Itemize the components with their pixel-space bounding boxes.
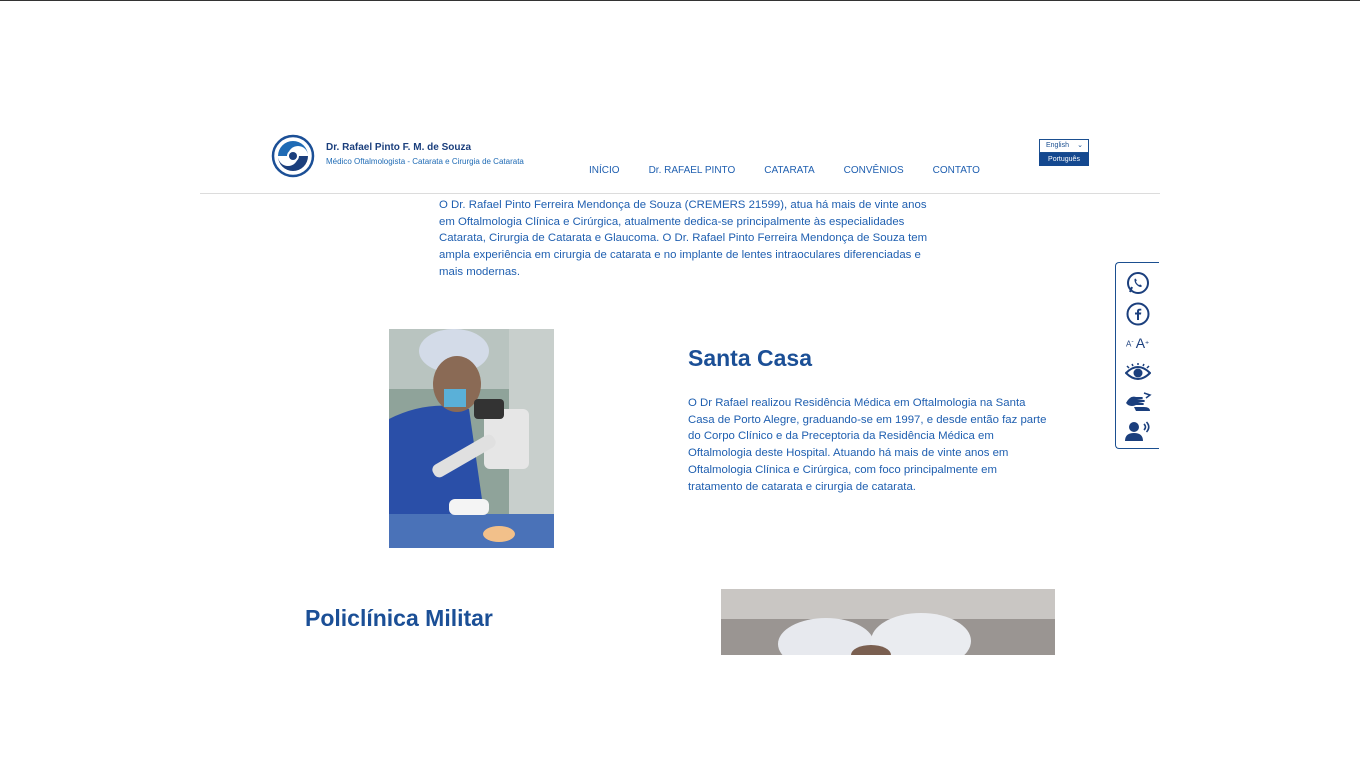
santa-casa-heading: Santa Casa — [688, 345, 813, 371]
surgical-team-photo — [721, 589, 1055, 655]
language-select[interactable]: English ⌄ — [1039, 139, 1089, 153]
contrast-eye-icon[interactable] — [1116, 363, 1159, 383]
font-increase-button[interactable]: A+ — [1136, 335, 1149, 351]
nav-contato[interactable]: CONTATO — [933, 165, 980, 176]
nav-dr-rafael-pinto[interactable]: Dr. RAFAEL PINTO — [649, 165, 736, 176]
font-size-icon[interactable]: A- A+ — [1116, 335, 1159, 351]
site-header: Dr. Rafael Pinto F. M. de Souza Médico O… — [200, 120, 1160, 194]
nav-inicio[interactable]: INÍCIO — [589, 165, 620, 176]
language-selector[interactable]: English ⌄ Português — [1039, 139, 1089, 166]
surgeon-microscope-photo — [389, 329, 554, 548]
top-border — [0, 0, 1360, 1]
whatsapp-icon[interactable] — [1116, 271, 1159, 295]
accessibility-toolbar: A- A+ — [1115, 262, 1159, 449]
intro-paragraph: O Dr. Rafael Pinto Ferreira Mendonça de … — [439, 199, 928, 278]
main-nav: INÍCIO Dr. RAFAEL PINTO CATARATA CONVÊNI… — [589, 165, 1009, 176]
brand-name[interactable]: Dr. Rafael Pinto F. M. de Souza — [326, 142, 471, 153]
logo-icon[interactable] — [268, 134, 318, 178]
nav-catarata[interactable]: CATARATA — [764, 165, 814, 176]
facebook-icon[interactable] — [1116, 302, 1159, 326]
font-decrease-button[interactable]: A- — [1126, 338, 1134, 349]
nav-convenios[interactable]: CONVÊNIOS — [844, 165, 904, 176]
sign-language-icon[interactable] — [1116, 391, 1159, 413]
language-selected: English — [1046, 142, 1069, 149]
screen-reader-icon[interactable] — [1116, 420, 1159, 442]
chevron-down-icon: ⌄ — [1077, 142, 1083, 149]
policlinica-heading: Policlínica Militar — [305, 605, 493, 631]
santa-casa-paragraph: O Dr Rafael realizou Residência Médica e… — [688, 397, 1047, 493]
language-option-portugues[interactable]: Português — [1039, 153, 1089, 166]
brand-subtitle: Médico Oftalmologista - Catarata e Cirur… — [326, 157, 524, 166]
